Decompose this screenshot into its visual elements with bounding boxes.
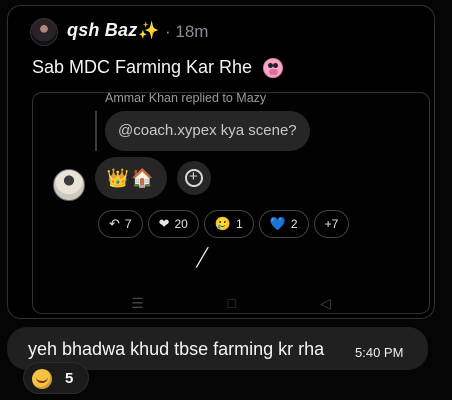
reply-count: 7 [124, 217, 132, 231]
message-time: 5:40 PM [355, 345, 404, 360]
chat-user-avatar [53, 169, 85, 201]
blue-heart-count: 2 [290, 217, 298, 231]
home-icon: □ [227, 295, 237, 311]
more-reactions-pill[interactable]: +7 [313, 210, 350, 238]
message-reaction-chip[interactable]: 5 [23, 362, 89, 394]
reaction-pill-reply[interactable]: ↶ 7 [98, 210, 143, 238]
reaction-pill-face[interactable]: 🥲 1 [203, 210, 254, 238]
heart-icon: ❤ [158, 216, 170, 231]
plus-icon: + [189, 168, 198, 185]
reply-icon: ↶ [109, 216, 120, 231]
author-name[interactable]: qsh Baz [67, 20, 137, 41]
reply-indicator-line [95, 111, 97, 151]
sparkle-icon: ✨ [138, 21, 160, 40]
reaction-pill-blue-heart[interactable]: 💙 2 [258, 210, 309, 238]
reaction-pill-heart[interactable]: ❤ 20 [147, 210, 199, 238]
post-text: Sab MDC Farming Kar Rhe [32, 57, 253, 77]
pig-face-icon [263, 58, 283, 78]
reply-meta: Ammar Khan replied to Mazy [105, 92, 267, 105]
post-timestamp: · 18m [165, 22, 209, 41]
back-icon: ◁ [320, 295, 331, 311]
message-text: yeh bhadwa khud tbse farming kr rha [28, 339, 325, 359]
heart-count: 20 [174, 217, 188, 231]
add-reaction-button[interactable]: + [177, 161, 211, 195]
laughing-face-icon [32, 369, 52, 389]
pig-snout-icon [269, 69, 278, 75]
emoji-message: 👑🏠 [95, 157, 167, 199]
reaction-count: 5 [65, 370, 74, 387]
android-navigation-bar: ☰ □ ◁ [33, 295, 429, 313]
blue-heart-icon: 💙 [269, 216, 286, 231]
post-card[interactable]: qsh Baz ✨ · 18m Sab MDC Farming Kar Rhe … [7, 5, 435, 319]
quoted-message: @coach.xypex kya scene? [105, 111, 310, 151]
face-icon: 🥲 [214, 216, 232, 231]
author-avatar[interactable] [30, 18, 58, 46]
more-reactions-count: +7 [324, 217, 339, 231]
embedded-chat-screenshot[interactable]: Ammar Khan replied to Mazy @coach.xypex … [32, 92, 430, 314]
magic-wand-icon[interactable]: ⟋ [192, 244, 213, 274]
face-count: 1 [236, 217, 243, 231]
reaction-pills: ↶ 7 ❤ 20 🥲 1 💙 2 +7 [98, 210, 350, 238]
menu-icon: ☰ [131, 295, 144, 311]
